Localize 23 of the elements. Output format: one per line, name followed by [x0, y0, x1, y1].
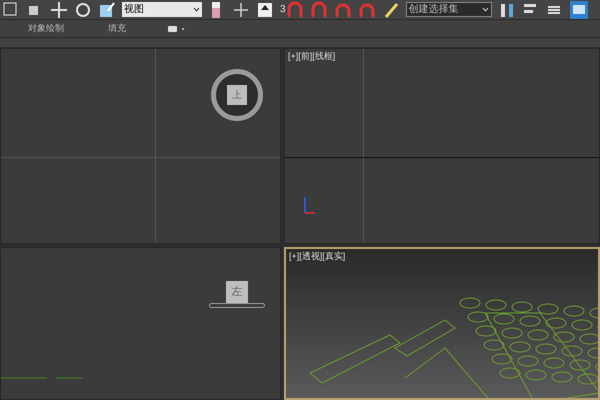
- viewport-label[interactable]: [线框]: [312, 51, 336, 62]
- viewport-label[interactable]: [前]: [298, 51, 312, 62]
- selection-set-dropdown[interactable]: 创建选择集: [406, 2, 492, 17]
- viewport-label[interactable]: [透视]: [299, 251, 322, 262]
- viewport-label[interactable]: [真实]: [322, 251, 346, 262]
- viewport-label[interactable]: [+]: [289, 251, 300, 262]
- keyboard-shortcut-icon[interactable]: [256, 0, 274, 18]
- camera-dropdown-icon[interactable]: [168, 24, 186, 32]
- snap-label: 3: [280, 3, 286, 17]
- scene-explorer-icon[interactable]: [570, 0, 588, 18]
- move-icon[interactable]: [50, 0, 68, 18]
- chevron-icon: [193, 7, 200, 12]
- scale-icon[interactable]: [98, 0, 116, 18]
- viewport[interactable]: [+][前][线框]: [284, 48, 600, 244]
- axis-tripod-icon: [303, 195, 317, 215]
- rotate-icon[interactable]: [74, 0, 92, 18]
- viewport-label[interactable]: [+]: [288, 51, 298, 62]
- chevron-icon: [482, 7, 489, 12]
- view-dropdown[interactable]: 视图: [122, 2, 202, 17]
- viewport[interactable]: [+][透视][真实]: [284, 247, 600, 400]
- manipulate-icon[interactable]: [232, 0, 250, 18]
- ribbon-tab[interactable]: 对象绘制: [26, 22, 66, 36]
- ribbon-tab[interactable]: 填充: [106, 22, 128, 36]
